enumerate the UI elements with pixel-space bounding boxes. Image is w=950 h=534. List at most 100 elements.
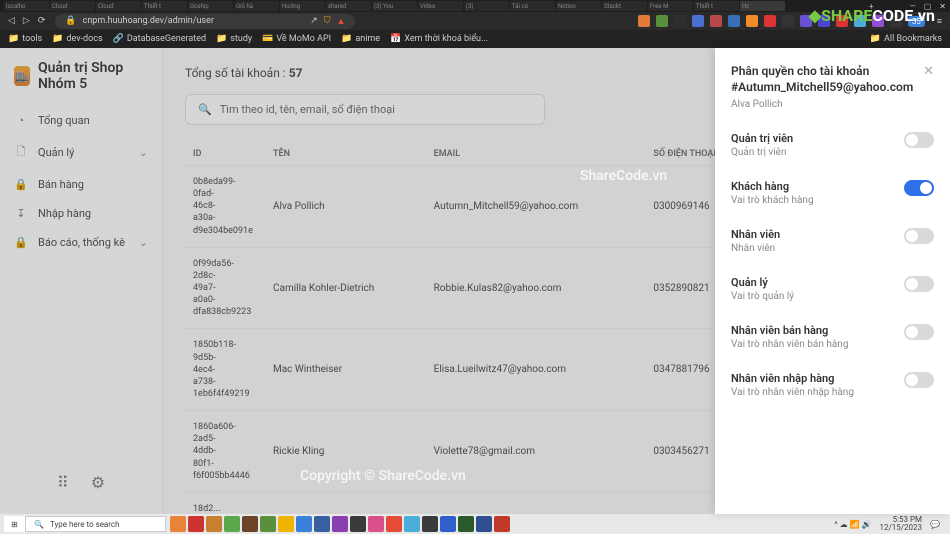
browser-tab[interactable]: Cloud bbox=[50, 1, 95, 11]
browser-tab[interactable]: Video bbox=[418, 1, 463, 11]
extension-icon[interactable] bbox=[674, 15, 686, 27]
nav-forward[interactable]: ▷ bbox=[23, 16, 30, 26]
bookmark-item[interactable]: 💳Về MoMo API bbox=[262, 34, 331, 44]
col-email[interactable]: EMAIL bbox=[426, 143, 646, 166]
url-input[interactable]: 🔒 cnpm.huuhoang.dev/admin/user ↗ ⛉ ▲ bbox=[55, 14, 355, 29]
role-toggle[interactable] bbox=[904, 324, 934, 340]
role-row: Nhân viên nhập hàngVai trò nhân viên nhậ… bbox=[731, 372, 934, 398]
browser-tab[interactable]: Free M bbox=[648, 1, 693, 11]
role-toggle[interactable] bbox=[904, 276, 934, 292]
taskbar-app-icon[interactable] bbox=[368, 516, 384, 532]
extension-icon[interactable] bbox=[638, 15, 650, 27]
cell-id: 0b8eda99-0fad-46c8-a30a-d9e304be091e bbox=[185, 166, 265, 248]
notifications-icon[interactable]: 💬 bbox=[930, 520, 940, 529]
role-row: Nhân viên bán hàngVai trò nhân viên bán … bbox=[731, 324, 934, 350]
system-tray[interactable]: ^ ☁ 📶 🔊 bbox=[834, 520, 871, 529]
taskbar-app-icon[interactable] bbox=[170, 516, 186, 532]
taskbar-app-icon[interactable] bbox=[422, 516, 438, 532]
start-button[interactable]: ⊞ bbox=[4, 516, 26, 532]
search-icon: 🔍 bbox=[34, 520, 44, 529]
extension-icon[interactable] bbox=[746, 15, 758, 27]
search-box[interactable]: 🔍 bbox=[185, 94, 545, 125]
bookmark-item[interactable]: 📁study bbox=[216, 34, 252, 44]
brand[interactable]: 🏬 Quản trị Shop Nhóm 5 bbox=[0, 60, 162, 106]
nav-back[interactable]: ◁ bbox=[8, 16, 15, 26]
bookmark-item[interactable]: 📁tools bbox=[8, 34, 42, 44]
taskbar-app-icon[interactable] bbox=[188, 516, 204, 532]
sidebar-settings-columns-icon[interactable]: ⠿ bbox=[57, 473, 69, 492]
taskbar-clock[interactable]: 5:53 PM 12/15/2023 bbox=[879, 516, 922, 532]
browser-tab[interactable]: Thiết t bbox=[142, 1, 187, 11]
taskbar-app-icon[interactable] bbox=[386, 516, 402, 532]
taskbar-search-placeholder: Type here to search bbox=[50, 520, 120, 529]
role-toggle[interactable] bbox=[904, 228, 934, 244]
nav-reload[interactable]: ⟳ bbox=[38, 16, 46, 26]
browser-tabs-bar: localhoCloudCloudThiết tGoshipGiỏ hàHướn… bbox=[0, 0, 950, 12]
taskbar-app-icon[interactable] bbox=[224, 516, 240, 532]
shield-icon-2[interactable]: ▲ bbox=[336, 16, 345, 27]
search-input[interactable] bbox=[220, 103, 532, 116]
bookmark-item[interactable]: 🔗DatabaseGenerated bbox=[113, 34, 206, 44]
gear-icon[interactable]: ⚙ bbox=[91, 473, 105, 492]
sidebar-item[interactable]: ◔Tổng quan bbox=[0, 106, 162, 135]
col-name[interactable]: TÊN bbox=[265, 143, 426, 166]
browser-tab[interactable]: localho bbox=[4, 1, 49, 11]
browser-tab[interactable]: Thiết t bbox=[694, 1, 739, 11]
taskbar-search[interactable]: 🔍 Type here to search bbox=[26, 516, 166, 532]
taskbar-app-icon[interactable] bbox=[242, 516, 258, 532]
sidebar-item[interactable]: 🗋Quản lý⌄ bbox=[0, 135, 162, 170]
browser-tab[interactable]: shared bbox=[326, 1, 371, 11]
extension-icon[interactable] bbox=[656, 15, 668, 27]
browser-tab[interactable]: Tải có bbox=[510, 1, 555, 11]
open-external-icon[interactable]: ↗ bbox=[310, 16, 318, 26]
taskbar-app-icon[interactable] bbox=[440, 516, 456, 532]
role-name: Nhân viên nhập hàng bbox=[731, 372, 854, 385]
browser-tab[interactable]: Goship bbox=[188, 1, 233, 11]
taskbar-app-icon[interactable] bbox=[278, 516, 294, 532]
role-toggle[interactable] bbox=[904, 372, 934, 388]
browser-tab[interactable]: Stackt bbox=[602, 1, 647, 11]
taskbar-app-icon[interactable] bbox=[332, 516, 348, 532]
taskbar-app-icon[interactable] bbox=[260, 516, 276, 532]
shield-icon[interactable]: ⛉ bbox=[324, 16, 331, 26]
extension-icon[interactable] bbox=[782, 15, 794, 27]
role-desc: Quản trị viên bbox=[731, 147, 793, 158]
extension-icon[interactable] bbox=[692, 15, 704, 27]
watermark-center: ShareCode.vn bbox=[580, 168, 667, 184]
taskbar-app-icon[interactable] bbox=[314, 516, 330, 532]
browser-tab[interactable]: Hc bbox=[740, 1, 785, 11]
role-name: Quản lý bbox=[731, 276, 794, 289]
url-text: cnpm.huuhoang.dev/admin/user bbox=[83, 16, 214, 26]
close-icon[interactable]: ✕ bbox=[923, 64, 934, 79]
extension-icon[interactable] bbox=[764, 15, 776, 27]
bookmark-item[interactable]: 📁anime bbox=[341, 34, 380, 44]
sidebar-item[interactable]: 🔒Bán hàng bbox=[0, 170, 162, 199]
taskbar-app-icon[interactable] bbox=[458, 516, 474, 532]
role-toggle[interactable] bbox=[904, 132, 934, 148]
taskbar-app-icon[interactable] bbox=[494, 516, 510, 532]
browser-tab[interactable]: Hướng bbox=[280, 1, 325, 11]
taskbar-app-icon[interactable] bbox=[206, 516, 222, 532]
cell-email: Elisa.Lueilwitz47@yahoo.com bbox=[426, 329, 646, 411]
role-row: Quản trị viênQuản trị viên bbox=[731, 132, 934, 158]
browser-tab[interactable]: (3) bbox=[464, 1, 509, 11]
sidebar-item[interactable]: 🔒Báo cáo, thống kê⌄ bbox=[0, 228, 162, 257]
bookmark-item[interactable]: 📁dev-docs bbox=[52, 34, 102, 44]
taskbar-app-icon[interactable] bbox=[350, 516, 366, 532]
window-close[interactable]: ✕ bbox=[939, 2, 946, 11]
browser-tab[interactable]: (3) You bbox=[372, 1, 417, 11]
sidebar-item[interactable]: ↧Nhập hàng bbox=[0, 199, 162, 228]
browser-tab[interactable]: Notion bbox=[556, 1, 601, 11]
extension-icon[interactable] bbox=[710, 15, 722, 27]
taskbar-app-icon[interactable] bbox=[296, 516, 312, 532]
browser-tab[interactable]: Giỏ hà bbox=[234, 1, 279, 11]
taskbar-app-icon[interactable] bbox=[404, 516, 420, 532]
browser-menu-icon[interactable]: ≡ bbox=[937, 16, 942, 27]
browser-tab[interactable]: Cloud bbox=[96, 1, 141, 11]
role-toggle[interactable] bbox=[904, 180, 934, 196]
bookmark-item[interactable]: 📅Xem thời khoá biểu... bbox=[390, 34, 488, 44]
extension-icon[interactable] bbox=[728, 15, 740, 27]
col-id[interactable]: ID bbox=[185, 143, 265, 166]
all-bookmarks[interactable]: 📁All Bookmarks bbox=[870, 34, 942, 44]
taskbar-app-icon[interactable] bbox=[476, 516, 492, 532]
